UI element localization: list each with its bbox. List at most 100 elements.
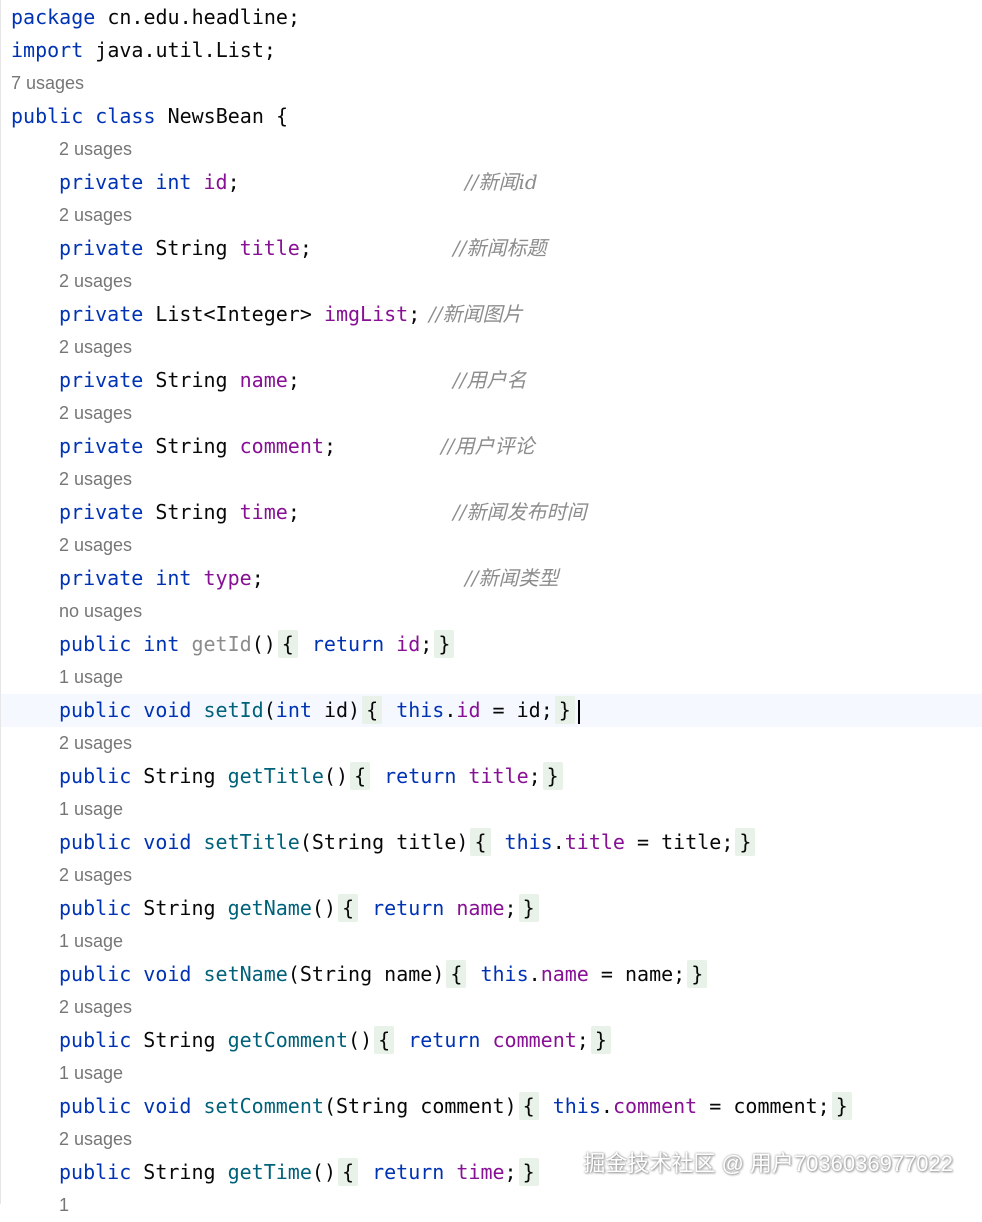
parameter-name: id xyxy=(323,698,349,722)
field-reference: title xyxy=(564,830,625,854)
method-declaration[interactable]: public void setName(String name){ this.n… xyxy=(1,958,982,991)
field-type: String xyxy=(155,236,228,260)
method-name[interactable]: getTitle xyxy=(228,764,324,788)
parameter-type: String xyxy=(299,962,373,986)
return-keyword: return xyxy=(311,632,385,656)
method-declaration[interactable]: public void setTitle(String title){ this… xyxy=(1,826,982,859)
class-usages-hint[interactable]: 7 usages xyxy=(11,67,982,100)
field-name[interactable]: imgList xyxy=(324,302,408,326)
method-declaration[interactable]: public String getName(){ return name;} xyxy=(1,892,982,925)
access-modifier: private xyxy=(59,236,144,260)
close-brace: } xyxy=(518,1158,539,1186)
trailing-usages-hint[interactable]: 1 xyxy=(59,1189,982,1222)
return-type: String xyxy=(143,1160,216,1184)
field-type: int xyxy=(155,170,192,194)
access-modifier: public xyxy=(59,896,132,920)
parameter-reference: name xyxy=(624,962,674,986)
package-declaration[interactable]: package cn.edu.headline; xyxy=(11,1,982,34)
field-comment: //新闻发布时间 xyxy=(453,500,587,524)
method-line[interactable]: public void setName(String name){ this.n… xyxy=(1,958,982,991)
return-type: int xyxy=(143,632,180,656)
field-usages-hint[interactable]: 2 usages xyxy=(59,133,982,166)
this-keyword: this xyxy=(396,698,445,722)
method-usages-hint[interactable]: 2 usages xyxy=(59,991,982,1024)
method-usages-hint[interactable]: 1 usage xyxy=(59,1057,982,1090)
field-reference: id xyxy=(456,698,481,722)
close-brace: } xyxy=(554,696,575,724)
method-line[interactable]: public String getTitle(){ return title;} xyxy=(1,760,982,793)
field-usages-hint[interactable]: 2 usages xyxy=(59,331,982,364)
class-open-brace: { xyxy=(275,104,288,128)
method-usages-hint[interactable]: no usages xyxy=(59,595,982,628)
field-comment: //新闻图片 xyxy=(429,302,523,326)
method-declaration[interactable]: public void setComment(String comment){ … xyxy=(1,1090,982,1123)
method-line[interactable]: public int getId(){ return id;} xyxy=(1,628,982,661)
method-usages-hint[interactable]: 1 usage xyxy=(59,925,982,958)
method-name[interactable]: getName xyxy=(228,896,312,920)
field-type: List<Integer> xyxy=(155,302,312,326)
return-type: void xyxy=(143,698,192,722)
method-declaration[interactable]: public String getTitle(){ return title;} xyxy=(1,760,982,793)
method-usages-hint[interactable]: 1 usage xyxy=(59,661,982,694)
field-usages-hint[interactable]: 2 usages xyxy=(59,199,982,232)
access-modifier: public xyxy=(59,698,132,722)
method-declaration[interactable]: public String getComment(){ return comme… xyxy=(1,1024,982,1057)
field-type: String xyxy=(155,434,228,458)
parameter-reference: title xyxy=(661,830,722,854)
method-name[interactable]: setComment xyxy=(204,1094,324,1118)
parameter-type: int xyxy=(275,698,312,722)
method-name[interactable]: setId xyxy=(204,698,264,722)
method-line[interactable]: public void setComment(String comment){ … xyxy=(1,1090,982,1123)
method-name[interactable]: setTitle xyxy=(204,830,300,854)
open-brace: { xyxy=(337,1158,359,1186)
return-type: String xyxy=(143,764,216,788)
open-brace: { xyxy=(350,762,371,790)
method-declaration[interactable]: public void setId(int id){ this.id = id;… xyxy=(1,694,982,727)
field-usages-hint[interactable]: 2 usages xyxy=(59,529,982,562)
method-name[interactable]: getTime xyxy=(228,1160,312,1184)
method-name[interactable]: getComment xyxy=(228,1028,348,1052)
field-usages-hint[interactable]: 2 usages xyxy=(59,463,982,496)
field-comment: //用户评论 xyxy=(441,434,535,458)
class-keyword: class xyxy=(95,104,156,128)
parameter-reference: comment xyxy=(733,1094,818,1118)
method-line[interactable]: public String getName(){ return name;} xyxy=(1,892,982,925)
field-name[interactable]: title xyxy=(240,236,300,260)
method-usages-hint[interactable]: 2 usages xyxy=(59,727,982,760)
field-name[interactable]: type xyxy=(204,566,252,590)
close-brace: } xyxy=(434,630,455,658)
method-name[interactable]: setName xyxy=(204,962,288,986)
field-name[interactable]: name xyxy=(240,368,288,392)
class-declaration[interactable]: public class NewsBean { xyxy=(11,100,982,133)
return-type: String xyxy=(143,1028,216,1052)
parameter-name: title xyxy=(396,830,457,854)
field-usages-hint[interactable]: 2 usages xyxy=(59,265,982,298)
code-editor[interactable]: package cn.edu.headline; import java.uti… xyxy=(0,0,982,1215)
field-type: String xyxy=(155,500,228,524)
watermark: 掘金技术社区 @ 用户7036036977022 xyxy=(583,1151,953,1176)
parameter-reference: id xyxy=(516,698,541,722)
return-keyword: return xyxy=(384,764,457,788)
access-modifier: private xyxy=(59,434,144,458)
field-usages-hint[interactable]: 2 usages xyxy=(59,397,982,430)
method-usages-hint[interactable]: 2 usages xyxy=(59,859,982,892)
method-line[interactable]: public void setTitle(String title){ this… xyxy=(1,826,982,859)
field-name[interactable]: id xyxy=(204,170,228,194)
class-name: NewsBean xyxy=(167,104,264,128)
access-modifier: private xyxy=(59,302,144,326)
field-comment: //新闻id xyxy=(465,170,538,194)
package-name: cn.edu.headline; xyxy=(107,5,300,29)
method-line[interactable]: public void setId(int id){ this.id = id;… xyxy=(1,694,982,727)
method-usages-hint[interactable]: 1 usage xyxy=(59,793,982,826)
method-declaration[interactable]: public int getId(){ return id;} xyxy=(1,628,982,661)
access-modifier: public xyxy=(59,764,132,788)
field-reference: id xyxy=(396,632,421,656)
field-name[interactable]: time xyxy=(240,500,288,524)
field-name[interactable]: comment xyxy=(240,434,324,458)
text-caret xyxy=(577,699,580,724)
import-statement[interactable]: import java.util.List; xyxy=(11,34,982,67)
method-name[interactable]: getId xyxy=(191,632,251,656)
method-line[interactable]: public String getComment(){ return comme… xyxy=(1,1024,982,1057)
parameter-type: String xyxy=(335,1094,409,1118)
field-reference: name xyxy=(540,962,589,986)
